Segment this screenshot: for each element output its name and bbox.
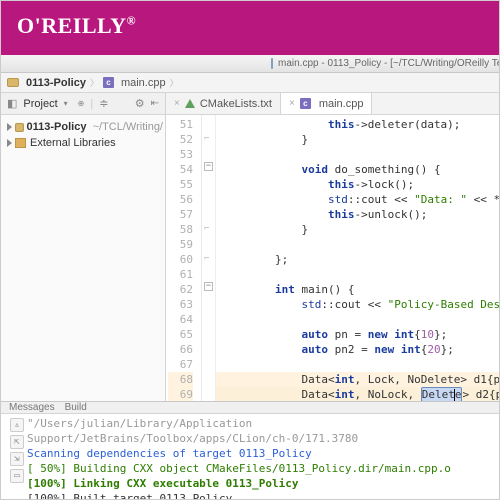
console-filter-icon[interactable]: ▵ bbox=[10, 418, 24, 432]
fold-column[interactable]: ⌐−⌐⌐− bbox=[202, 115, 216, 401]
tab-cmakelists[interactable]: × CMakeLists.txt bbox=[166, 93, 281, 114]
twisty-icon[interactable] bbox=[7, 139, 12, 147]
console-line: [100%] Linking CXX executable 0113_Polic… bbox=[27, 476, 493, 491]
project-sidebar: ◧ Project ▾ ⊕ | ≑ ⚙ ⇤ 0113-Policy ~/TCL/… bbox=[1, 93, 166, 401]
console-line: Scanning dependencies of target 0113_Pol… bbox=[27, 446, 493, 461]
tree-ext-libs[interactable]: External Libraries bbox=[7, 135, 163, 151]
chevron-right-icon: 〉 bbox=[170, 76, 179, 89]
main-split: ◧ Project ▾ ⊕ | ≑ ⚙ ⇤ 0113-Policy ~/TCL/… bbox=[1, 93, 499, 401]
console-export-icon[interactable]: ▭ bbox=[10, 469, 24, 483]
app-window: O'REILLY® main.cpp - 0113_Policy - [~/TC… bbox=[0, 0, 500, 500]
chevron-right-icon: 〉 bbox=[90, 76, 99, 89]
cpp-file-icon: c bbox=[103, 77, 114, 88]
folder-icon bbox=[15, 123, 24, 132]
breadcrumb-folder[interactable]: 0113-Policy bbox=[26, 77, 86, 89]
gear-icon[interactable]: ⚙ bbox=[135, 97, 145, 110]
breadcrumb-file[interactable]: main.cpp bbox=[121, 77, 166, 89]
messages-header: Messages Build bbox=[1, 402, 499, 414]
breadcrumb-bar: 0113-Policy 〉 c main.cpp 〉 bbox=[1, 73, 499, 93]
tree-root[interactable]: 0113-Policy ~/TCL/Writing/ bbox=[7, 119, 163, 135]
console-line: [ 50%] Building CXX object CMakeFiles/01… bbox=[27, 461, 493, 476]
tab-label: CMakeLists.txt bbox=[200, 98, 272, 110]
tree-root-path: ~/TCL/Writing/ bbox=[93, 121, 163, 133]
folder-icon bbox=[7, 78, 19, 87]
options-icon[interactable]: ⊕ bbox=[78, 99, 85, 108]
messages-tab[interactable]: Messages bbox=[9, 402, 55, 413]
editor: × CMakeLists.txt × c main.cpp 5152535455… bbox=[166, 93, 499, 401]
title-project: 0113_Policy bbox=[327, 58, 381, 69]
registered-mark: ® bbox=[127, 14, 136, 28]
brand-logo: O'REILLY® bbox=[17, 13, 136, 38]
cmake-file-icon bbox=[185, 99, 195, 108]
tab-label: main.cpp bbox=[319, 98, 364, 110]
brand-name: O'REILLY bbox=[17, 13, 127, 38]
console-expand-icon[interactable]: ⇲ bbox=[10, 452, 24, 466]
code-editor[interactable]: 5152535455565758596061626364656667686970… bbox=[166, 115, 499, 401]
window-titlebar: main.cpp - 0113_Policy - [~/TCL/Writing/… bbox=[1, 55, 499, 73]
code-content[interactable]: this->deleter(data); } void do_something… bbox=[216, 115, 499, 401]
hide-icon[interactable]: ⇤ bbox=[151, 98, 159, 109]
library-icon bbox=[15, 138, 26, 148]
console-line: [100%] Built target 0113_Policy bbox=[27, 491, 493, 500]
project-tree[interactable]: 0113-Policy ~/TCL/Writing/ External Libr… bbox=[1, 115, 165, 155]
tree-ext-libs-label: External Libraries bbox=[30, 137, 116, 149]
editor-tabs: × CMakeLists.txt × c main.cpp bbox=[166, 93, 499, 115]
console-collapse-icon[interactable]: ⇱ bbox=[10, 435, 24, 449]
bottom-panel: Messages Build ▵ ⇱ ⇲ ▭ "/Users/julian/Li… bbox=[1, 401, 499, 500]
build-console[interactable]: ▵ ⇱ ⇲ ▭ "/Users/julian/Library/Applicati… bbox=[1, 414, 499, 500]
sort-icon[interactable]: ≑ bbox=[99, 97, 108, 110]
title-path: [~/TCL/Writing/OReilly Templa bbox=[390, 58, 499, 69]
cpp-file-icon: c bbox=[300, 98, 311, 109]
dropdown-icon[interactable]: ▾ bbox=[64, 99, 68, 108]
console-line: "/Users/julian/Library/Application Suppo… bbox=[27, 416, 493, 446]
file-icon bbox=[271, 58, 273, 69]
line-number-gutter: 5152535455565758596061626364656667686970… bbox=[166, 115, 202, 401]
build-tab[interactable]: Build bbox=[65, 402, 87, 413]
console-toolbar: ▵ ⇱ ⇲ ▭ bbox=[7, 416, 27, 500]
brand-bar: O'REILLY® bbox=[1, 1, 499, 55]
close-icon[interactable]: × bbox=[174, 98, 180, 109]
project-toolwindow-header[interactable]: ◧ Project ▾ ⊕ | ≑ ⚙ ⇤ bbox=[1, 93, 165, 115]
title-file: main.cpp bbox=[278, 58, 319, 69]
camera-icon: ◧ bbox=[7, 97, 17, 110]
console-output: "/Users/julian/Library/Application Suppo… bbox=[27, 416, 493, 500]
close-icon[interactable]: × bbox=[289, 98, 295, 109]
twisty-icon[interactable] bbox=[7, 123, 12, 131]
tab-main-cpp[interactable]: × c main.cpp bbox=[281, 93, 372, 114]
project-label: Project bbox=[23, 98, 57, 110]
divider-icon: | bbox=[90, 98, 93, 110]
tree-root-name: 0113-Policy bbox=[27, 121, 87, 133]
